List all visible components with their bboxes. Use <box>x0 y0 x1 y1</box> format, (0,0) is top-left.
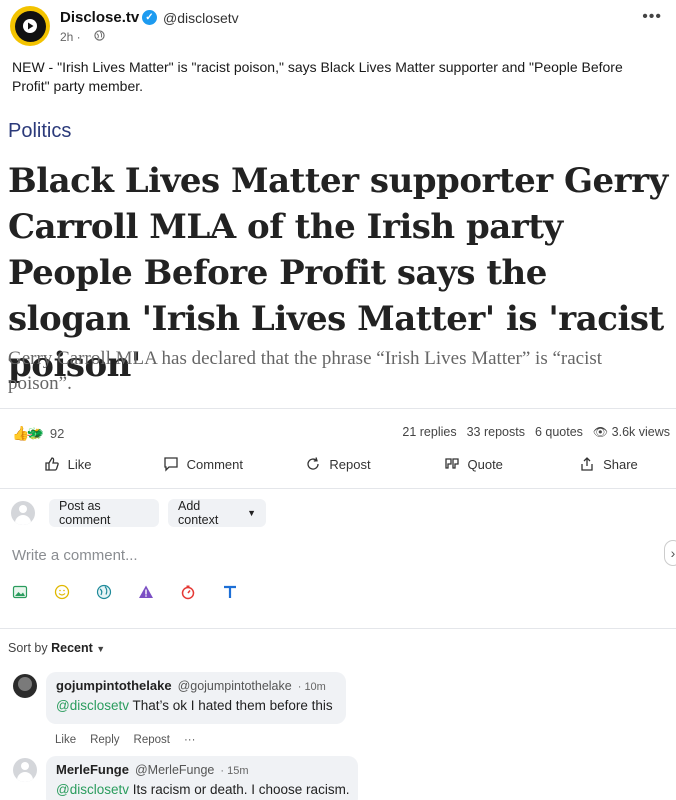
action-bar: Like Comment Repost Quote Share <box>0 448 676 480</box>
comment-icon <box>163 457 178 472</box>
sort-value: Recent <box>51 641 93 655</box>
comment-more-button[interactable]: ··· <box>184 734 196 746</box>
comment-text: @disclosetv That’s ok I hated them befor… <box>56 698 336 713</box>
quote-label: Quote <box>467 456 503 472</box>
comment-label: Comment <box>186 456 243 472</box>
comment-handle[interactable]: @gojumpintothelake <box>178 679 292 693</box>
avatar[interactable] <box>13 758 37 782</box>
comment-body: Its racism or death. I choose racism. <box>128 782 350 797</box>
divider <box>0 408 676 409</box>
share-button[interactable]: Share <box>541 448 676 480</box>
author-name[interactable]: Disclose.tv <box>60 9 139 26</box>
like-button[interactable]: Like <box>0 448 135 480</box>
eye-icon: 👁 <box>592 425 609 439</box>
more-options-icon[interactable]: ••• <box>642 8 662 26</box>
warning-icon[interactable] <box>138 582 180 602</box>
comment-button[interactable]: Comment <box>135 448 270 480</box>
composer-toolbar <box>12 582 264 602</box>
article-subtitle: Gerry Carroll MLA has declared that the … <box>8 348 603 394</box>
post-header: Disclose.tv ✓ @disclosetv 2h · ••• <box>10 6 666 46</box>
reactions-summary[interactable]: 👍 🐲 92 <box>12 424 64 442</box>
quote-button[interactable]: Quote <box>406 448 541 480</box>
comment-author[interactable]: MerleFunge <box>56 762 129 777</box>
divider <box>0 488 676 489</box>
quotes-count[interactable]: 6 quotes <box>535 425 583 439</box>
like-icon <box>45 457 59 471</box>
views-label: 3.6k views <box>611 425 670 439</box>
add-context-dropdown[interactable]: Add context ▼ <box>168 499 266 527</box>
comment-time[interactable]: · 15m <box>220 765 248 777</box>
post-text: NEW - "Irish Lives Matter" is "racist po… <box>12 59 623 94</box>
post-stats: 21 replies 33 reposts 6 quotes 👁 3.6k vi… <box>402 425 670 439</box>
repost-button[interactable]: Repost <box>270 448 405 480</box>
globe-icon[interactable] <box>96 582 138 602</box>
comment-time[interactable]: · 10m <box>298 681 326 693</box>
share-icon <box>581 457 593 471</box>
post-time[interactable]: 2h · <box>60 30 81 44</box>
comment-author[interactable]: gojumpintothelake <box>56 678 172 693</box>
caret-down-icon: ▼ <box>96 644 106 654</box>
comment-handle[interactable]: @MerleFunge <box>135 763 214 777</box>
mention-link[interactable]: @disclosetv <box>56 782 129 797</box>
comment-bubble: MerleFunge @MerleFunge · 15m @disclosetv… <box>46 756 358 800</box>
post-as-label: Post as comment <box>59 499 111 527</box>
views-count: 👁 3.6k views <box>593 425 670 439</box>
play-icon <box>14 10 46 42</box>
comment-bubble: gojumpintothelake @gojumpintothelake · 1… <box>46 672 346 724</box>
like-label: Like <box>67 456 92 472</box>
reposts-count[interactable]: 33 reposts <box>467 425 525 439</box>
repost-label: Repost <box>329 456 371 472</box>
verified-badge-icon: ✓ <box>142 10 157 25</box>
text-format-icon[interactable] <box>222 582 264 602</box>
avatar[interactable] <box>13 674 37 698</box>
user-avatar <box>11 501 35 525</box>
article-preview[interactable]: Politics Black Lives Matter supporter Ge… <box>0 108 676 408</box>
image-icon[interactable] <box>12 582 54 602</box>
comment-repost-button[interactable]: Repost <box>134 734 170 746</box>
caret-down-icon: ▼ <box>247 508 256 518</box>
sort-label: Sort by <box>8 641 48 655</box>
comment-text: @disclosetv Its racism or death. I choos… <box>56 782 350 797</box>
timer-icon[interactable] <box>180 582 222 602</box>
comment-actions: Like Reply Repost ··· <box>55 734 195 746</box>
quote-icon <box>444 458 459 469</box>
comment-input[interactable]: Write a comment... <box>12 547 138 564</box>
divider <box>0 628 676 629</box>
chevron-right-icon[interactable]: › <box>664 540 676 566</box>
emoji-icon[interactable] <box>54 582 96 602</box>
comment-reply-button[interactable]: Reply <box>90 734 119 746</box>
mention-link[interactable]: @disclosetv <box>56 698 129 713</box>
globe-icon <box>94 30 105 44</box>
add-context-label: Add context <box>178 499 219 527</box>
comment-body: That’s ok I hated them before this <box>128 698 333 713</box>
reaction-count: 92 <box>49 425 65 441</box>
post-as-comment-button[interactable]: Post as comment <box>49 499 159 527</box>
sort-dropdown[interactable]: Sort by Recent ▼ <box>8 641 105 655</box>
repost-icon <box>307 457 320 470</box>
dragon-icon: 🐲 <box>26 424 44 441</box>
author-handle[interactable]: @disclosetv <box>163 10 239 26</box>
share-label: Share <box>603 456 638 472</box>
author-avatar[interactable] <box>10 6 50 46</box>
comment-like-button[interactable]: Like <box>55 734 76 746</box>
article-category: Politics <box>8 120 72 142</box>
replies-count[interactable]: 21 replies <box>402 425 456 439</box>
